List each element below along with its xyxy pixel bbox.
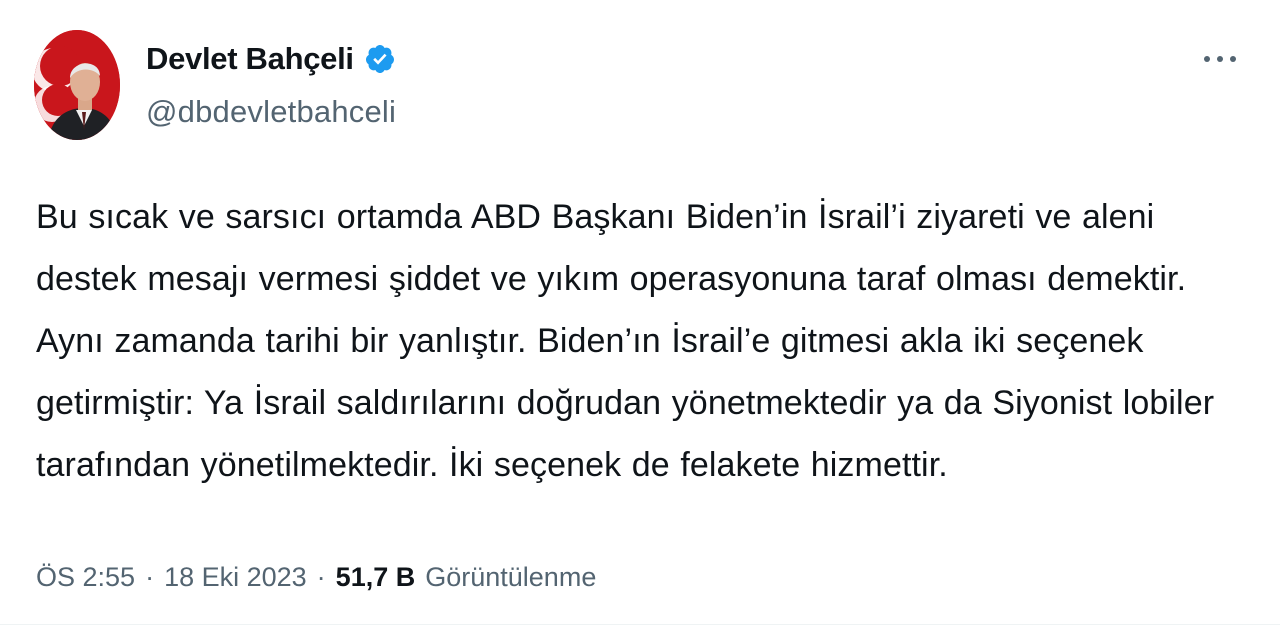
- meta-separator-2: ·: [316, 562, 326, 592]
- meta-separator: ·: [145, 562, 155, 592]
- tweet-time[interactable]: ÖS 2:55: [36, 562, 135, 593]
- more-options-button[interactable]: [1196, 42, 1244, 76]
- author-block: Devlet Bahçeli @dbdevletbahceli: [146, 36, 396, 130]
- tweet-card: Devlet Bahçeli @dbdevletbahceli Bu sıcak…: [0, 0, 1280, 640]
- author-handle[interactable]: @dbdevletbahceli: [146, 94, 396, 130]
- tweet-date[interactable]: 18 Eki 2023: [164, 562, 307, 593]
- avatar-portrait: [34, 30, 120, 140]
- divider: [0, 624, 1280, 625]
- author-display-name[interactable]: Devlet Bahçeli: [146, 41, 354, 77]
- author-name-row: Devlet Bahçeli: [146, 36, 396, 82]
- tweet-text: Bu sıcak ve sarsıcı ortamda ABD Başkanı …: [36, 198, 1215, 484]
- views-label: Görüntülenme: [425, 562, 597, 592]
- more-options-icon: [1204, 56, 1236, 62]
- views-count[interactable]: 51,7 B: [336, 562, 416, 593]
- verified-badge-icon: [364, 43, 396, 75]
- avatar[interactable]: [34, 30, 120, 140]
- tweet-meta: ÖS 2:55 · 18 Eki 2023 · 51,7 B Görüntüle…: [36, 562, 596, 593]
